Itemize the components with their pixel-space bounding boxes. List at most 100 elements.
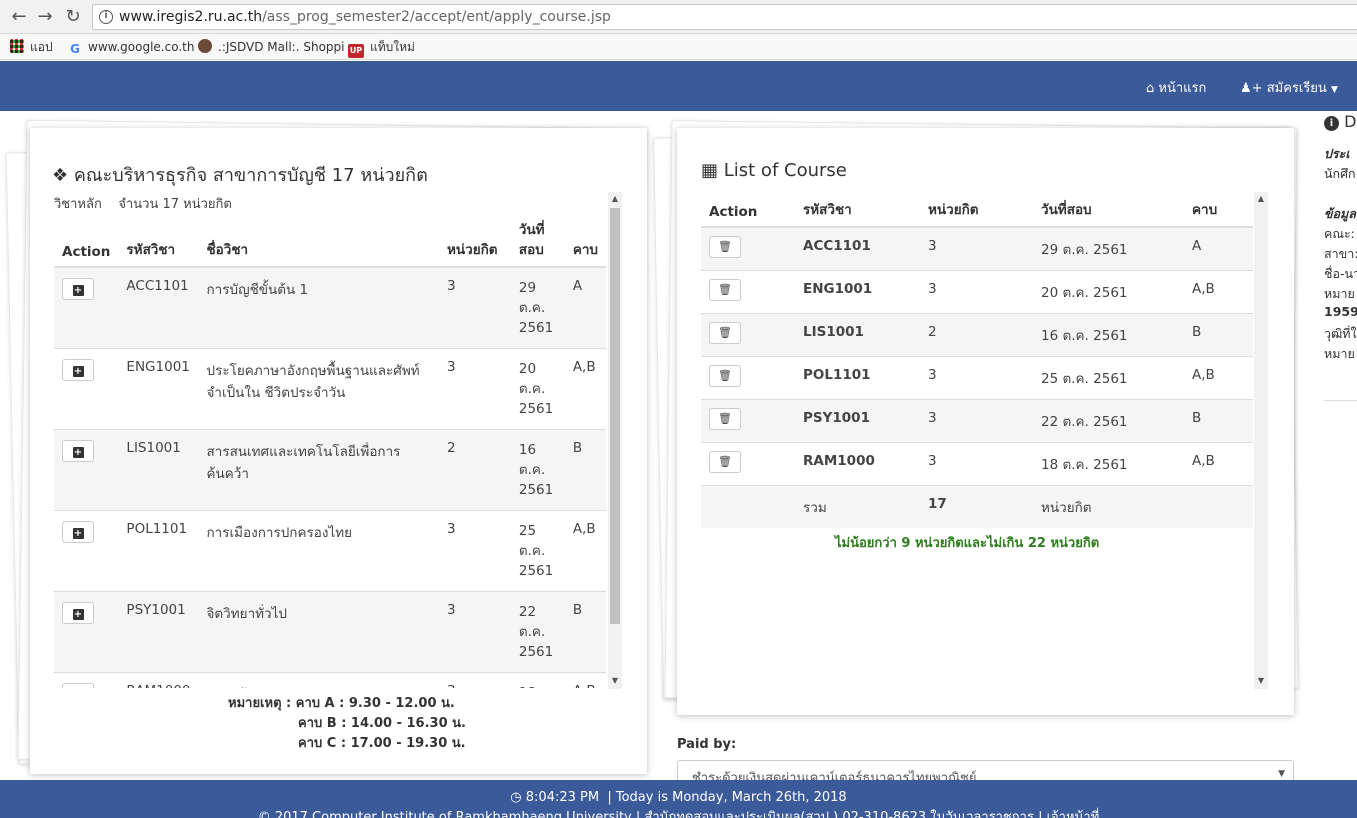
remove-course-button[interactable]: 🗑 bbox=[709, 365, 741, 387]
selected-courses-table-scroll[interactable]: Action รหัสวิชา หน่วยกิต วันที่สอบ คาบ 🗑… bbox=[701, 192, 1253, 688]
add-course-button[interactable]: + bbox=[62, 278, 94, 300]
course-exam-date: 18 ต.ค. 2561 bbox=[1033, 442, 1184, 486]
scrollbar-thumb[interactable] bbox=[610, 208, 620, 624]
scroll-up-icon[interactable]: ▲ bbox=[608, 194, 622, 203]
info-icon[interactable]: i bbox=[99, 10, 113, 24]
plus-square-icon: + bbox=[72, 609, 84, 620]
course-period: A,B bbox=[1184, 270, 1253, 314]
add-course-button[interactable]: + bbox=[62, 683, 94, 688]
course-code: RAM1000 bbox=[795, 442, 920, 486]
exam-month: ต.ค. bbox=[518, 543, 546, 559]
course-credit: 3 bbox=[439, 591, 511, 673]
bookmark-newtab[interactable]: UP แท็บใหม่ bbox=[348, 38, 415, 58]
back-icon[interactable]: ← bbox=[8, 6, 30, 28]
total-empty bbox=[701, 485, 795, 528]
bookmark-google[interactable]: Gwww.google.co.th bbox=[68, 38, 194, 56]
add-course-button[interactable]: + bbox=[62, 359, 94, 381]
bookmark-apps[interactable]: แอป bbox=[10, 38, 53, 56]
info-line: ชื่อ-นา bbox=[1324, 266, 1357, 281]
course-code: ACC1101 bbox=[795, 226, 920, 271]
course-period: B bbox=[1184, 399, 1253, 443]
google-icon: G bbox=[70, 42, 80, 56]
table-row: + LIS1001 สารสนเทศและเทคโนโลยีเพื่อการค้นค… bbox=[54, 429, 606, 511]
course-exam-date: 20 ต.ค. 2561 bbox=[510, 348, 565, 430]
course-code: POL1101 bbox=[795, 356, 920, 400]
table-row: + ENG1001 ประโยคภาษาอังกฤษพื้นฐานและศัพท์จ… bbox=[54, 348, 606, 430]
jsdvd-icon bbox=[198, 39, 212, 53]
subtitle-major: วิชาหลัก bbox=[54, 197, 102, 212]
url-host: www.iregis2.ru.ac.th bbox=[119, 9, 263, 25]
add-course-button[interactable]: + bbox=[62, 521, 94, 543]
course-period: B bbox=[564, 591, 606, 673]
exam-day: 20 bbox=[518, 361, 537, 377]
remove-course-button[interactable]: 🗑 bbox=[709, 279, 741, 301]
col-code: รหัสวิชา bbox=[795, 192, 920, 228]
row-action: 🗑 bbox=[701, 442, 795, 486]
course-credit: 3 bbox=[920, 270, 1033, 314]
scroll-down-icon[interactable]: ▼ bbox=[608, 676, 622, 685]
row-action: + bbox=[54, 429, 119, 511]
bookmark-jsdvd[interactable]: .:JSDVD Mall:. Shoppi bbox=[198, 38, 345, 56]
col-period: คาบ bbox=[1184, 192, 1253, 228]
top-navbar: ⌂ หน้าแรก ♟+ สมัครเรียน ▼ bbox=[0, 61, 1357, 111]
selected-table-scrollbar[interactable]: ▲ ▼ bbox=[1254, 192, 1268, 689]
course-credit: 3 bbox=[920, 399, 1033, 443]
address-bar[interactable]: i www.iregis2.ru.ac.th/ass_prog_semester… bbox=[92, 4, 1357, 30]
footer-clock: ◷ 8:04:23 PM | Today is Monday, March 26… bbox=[0, 790, 1357, 805]
info-divider bbox=[1324, 400, 1357, 401]
major-courses-table-scroll[interactable]: Action รหัสวิชา ชื่อวิชา หน่วยกิต วันที่… bbox=[54, 214, 606, 688]
course-exam-date: 29 ต.ค. 2561 bbox=[510, 266, 565, 349]
exam-day: 29 bbox=[518, 280, 537, 296]
exam-year: 2561 bbox=[518, 320, 554, 336]
remove-course-button[interactable]: 🗑 bbox=[709, 451, 741, 473]
row-action: 🗑 bbox=[701, 399, 795, 443]
period-note-c: คาบ C : 17.00 - 19.30 น. bbox=[298, 736, 466, 751]
plus-square-icon: + bbox=[72, 285, 84, 296]
total-label: รวม bbox=[795, 485, 920, 528]
table-row: + PSY1001 จิตวิทยาทั่วไป 3 22 ต.ค. 2561 B bbox=[54, 591, 606, 673]
nav-home[interactable]: ⌂ หน้าแรก bbox=[1146, 77, 1206, 98]
scroll-up-icon[interactable]: ▲ bbox=[1254, 194, 1268, 203]
reload-icon[interactable]: ↻ bbox=[62, 6, 84, 28]
apps-grid-icon bbox=[10, 39, 24, 53]
nav-register-dropdown[interactable]: ♟+ สมัครเรียน ▼ bbox=[1240, 77, 1338, 98]
course-exam-date: 20 ต.ค. 2561 bbox=[1033, 270, 1184, 314]
page-footer: ◷ 8:04:23 PM | Today is Monday, March 26… bbox=[0, 780, 1357, 818]
trash-icon: 🗑 bbox=[718, 412, 732, 425]
table-row: 🗑 LIS1001 2 16 ต.ค. 2561 B bbox=[701, 313, 1253, 357]
exam-day: 18 bbox=[519, 683, 557, 688]
info-circle-icon: i bbox=[1324, 116, 1339, 131]
add-course-button[interactable]: + bbox=[62, 440, 94, 462]
course-code: LIS1001 bbox=[795, 313, 920, 357]
course-exam-date: 22 ต.ค. 2561 bbox=[1033, 399, 1184, 443]
remove-course-button[interactable]: 🗑 bbox=[709, 236, 741, 258]
remove-course-button[interactable]: 🗑 bbox=[709, 322, 741, 344]
cubes-icon: ❖ bbox=[52, 165, 69, 186]
course-code: ENG1001 bbox=[795, 270, 920, 314]
nav-home-label: หน้าแรก bbox=[1158, 81, 1207, 96]
scroll-down-icon[interactable]: ▼ bbox=[1254, 676, 1268, 685]
course-code: ENG1001 bbox=[118, 348, 199, 430]
basket-icon: ▦ bbox=[701, 160, 719, 181]
table-row: + RAM1000ความรู้คู่คุณธรรม318ต.ค.2561A,B bbox=[54, 672, 606, 688]
paid-by-label: Paid by: bbox=[677, 737, 737, 752]
forward-icon[interactable]: → bbox=[34, 6, 56, 28]
add-course-button[interactable]: + bbox=[62, 602, 94, 624]
course-period: A,B bbox=[564, 348, 606, 430]
table-row: 🗑 ENG1001 3 20 ต.ค. 2561 A,B bbox=[701, 270, 1253, 314]
remove-course-button[interactable]: 🗑 bbox=[709, 408, 741, 430]
info-line: นักศึก bbox=[1324, 166, 1356, 181]
info-line: หมาย bbox=[1324, 346, 1355, 361]
url-path: /ass_prog_semester2/accept/ent/apply_cou… bbox=[262, 9, 611, 25]
table-row: 🗑 POL1101 3 25 ต.ค. 2561 A,B bbox=[701, 356, 1253, 400]
course-name: การเมืองการปกครองไทย bbox=[198, 510, 439, 592]
major-table-scrollbar[interactable]: ▲ ▼ bbox=[608, 192, 622, 689]
course-exam-date: 29 ต.ค. 2561 bbox=[1033, 226, 1184, 271]
exam-year: 2561 bbox=[518, 644, 554, 660]
total-unit: หน่วยกิต bbox=[1033, 485, 1184, 528]
col-exam: วันที่สอบ bbox=[510, 214, 565, 268]
row-action: 🗑 bbox=[701, 313, 795, 357]
course-name: จิตวิทยาทั่วไป bbox=[198, 591, 439, 673]
panel-title-text: List of Course bbox=[723, 160, 847, 181]
course-code: ACC1101 bbox=[118, 266, 199, 349]
